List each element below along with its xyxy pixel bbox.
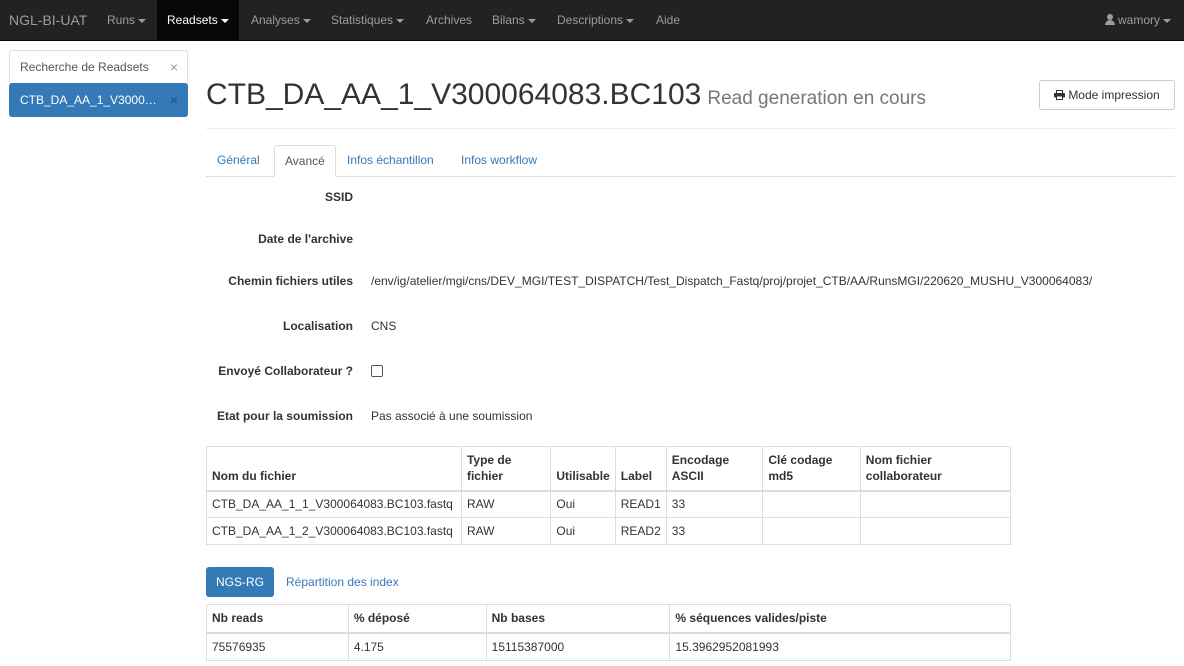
table-cell [762,517,861,545]
print-mode-label: Mode impression [1068,88,1160,102]
nav-statistiques[interactable]: Statistiques [331,0,405,40]
nav-analyses-label: Analyses [251,13,300,27]
collab-checkbox[interactable] [371,365,383,377]
chevron-down-icon [302,18,311,23]
table-cell: RAW [460,490,552,518]
column-header: Nom du fichier [206,446,462,492]
user-name: wamory [1118,13,1161,27]
column-header: Nom fichier collaborateur [859,446,1012,492]
column-header: Encodage ASCII [665,446,764,492]
nav-analyses[interactable]: Analyses [251,0,311,40]
table-header-row: Nb reads % déposé Nb bases % séquences v… [206,604,1011,634]
chevron-down-icon [396,18,405,23]
printer-icon [1054,90,1066,100]
tab-repartition-index[interactable]: Répartition des index [286,575,399,589]
nav-bilans-label: Bilans [492,13,525,27]
table-cell: READ1 [614,490,667,518]
chevron-down-icon [138,18,147,23]
table-cell: RAW [460,517,552,545]
column-header: Utilisable [550,446,616,492]
nav-archives-label: Archives [426,13,473,27]
tab-ngs-rg[interactable]: NGS-RG [206,567,274,597]
column-header: % déposé [347,604,487,634]
nav-statistiques-label: Statistiques [331,13,394,27]
files-table: Nom du fichier Type de fichier Utilisabl… [206,446,1012,545]
column-header: Nb bases [485,604,671,634]
nav-aide[interactable]: Aide [656,0,680,40]
tab-infos-workflow-label: Infos workflow [461,153,538,167]
submission-value: Pas associé à une soumission [371,409,533,423]
location-label: Localisation [282,319,353,333]
nav-descriptions[interactable]: Descriptions [557,0,635,40]
ssid-label: SSID [324,190,353,204]
column-header: Nb reads [206,604,349,634]
location-value: CNS [371,319,397,333]
table-cell: 75576935 [206,632,349,661]
tab-infos-echantillon[interactable]: Infos échantillon [337,145,444,177]
table-cell: CTB_DA_AA_1_2_V300064083.BC103.fastq [206,517,462,545]
user-menu[interactable]: wamory [1105,0,1172,40]
table-cell [859,490,1012,518]
table-row: CTB_DA_AA_1_2_V300064083.BC103.fastq RAW… [206,517,1012,545]
nav-readsets-label: Readsets [167,13,218,27]
close-icon[interactable]: × [170,84,178,116]
page-title-text: CTB_DA_AA_1_V300064083.BC103 [206,78,702,111]
sidebar-tab-search-label: Recherche de Readsets [20,60,149,74]
tab-infos-echantillon-label: Infos échantillon [347,153,434,167]
table-cell: READ2 [614,517,667,545]
table-cell: 15.3962952081993 [669,632,1011,661]
tab-infos-workflow[interactable]: Infos workflow [451,145,547,177]
path-label: Chemin fichiers utiles [228,274,353,288]
tab-general-label: Général [217,153,260,167]
table-cell [859,517,1012,545]
table-cell: 33 [665,517,764,545]
tab-avance-label: Avancé [285,154,325,168]
nav-descriptions-label: Descriptions [557,13,624,27]
page-title: CTB_DA_AA_1_V300064083.BC103 Read generat… [206,78,926,112]
close-icon[interactable]: × [170,51,178,83]
nav-archives[interactable]: Archives [426,0,472,40]
sidebar-tab-readset-label: CTB_DA_AA_1_V300064083.BC103 [20,93,162,107]
collab-label: Envoyé Collaborateur ? [218,364,353,378]
column-header: Type de fichier [460,446,552,492]
brand-logo[interactable]: NGL-BI-UAT [9,12,87,28]
chevron-down-icon [626,18,635,23]
nav-readsets[interactable]: Readsets [157,0,239,40]
table-cell: 33 [665,490,764,518]
table-row: 75576935 4.175 15115387000 15.3962952081… [206,632,1011,661]
archive-date-label: Date de l'archive [258,232,353,246]
column-header: Clé codage md5 [762,446,861,492]
page-subtitle: Read generation en cours [707,88,927,109]
chevron-down-icon [1163,18,1172,23]
nav-runs[interactable]: Runs [107,0,147,40]
nav-runs-label: Runs [107,13,136,27]
nav-bilans[interactable]: Bilans [492,0,536,40]
user-icon [1105,14,1115,25]
table-cell: 4.175 [347,632,487,661]
table-header-row: Nom du fichier Type de fichier Utilisabl… [206,446,1012,492]
sidebar-tab-readset[interactable]: CTB_DA_AA_1_V300064083.BC103 × [9,83,188,117]
table-cell [762,490,861,518]
top-navbar: NGL-BI-UAT Runs Readsets Analyses Statis… [0,0,1184,41]
sidebar-tab-search[interactable]: Recherche de Readsets × [9,50,188,84]
table-cell: Oui [550,517,616,545]
chevron-down-icon [527,18,536,23]
tab-general[interactable]: Général [207,145,270,177]
header-divider [206,128,1175,129]
submission-label: Etat pour la soumission [216,409,353,423]
table-cell: CTB_DA_AA_1_1_V300064083.BC103.fastq [206,490,462,518]
table-row: CTB_DA_AA_1_1_V300064083.BC103.fastq RAW… [206,490,1012,518]
column-header: Label [614,446,667,492]
path-value: /env/ig/atelier/mgi/cns/DEV_MGI/TEST_DIS… [371,274,1093,288]
print-mode-button[interactable]: Mode impression [1039,80,1175,110]
tab-avance[interactable]: Avancé [274,145,336,177]
table-cell: Oui [550,490,616,518]
ngs-rg-table: Nb reads % déposé Nb bases % séquences v… [206,604,1011,661]
nav-aide-label: Aide [656,13,681,27]
chevron-down-icon [220,18,229,23]
table-cell: 15115387000 [485,632,671,661]
column-header: % séquences valides/piste [669,604,1011,634]
